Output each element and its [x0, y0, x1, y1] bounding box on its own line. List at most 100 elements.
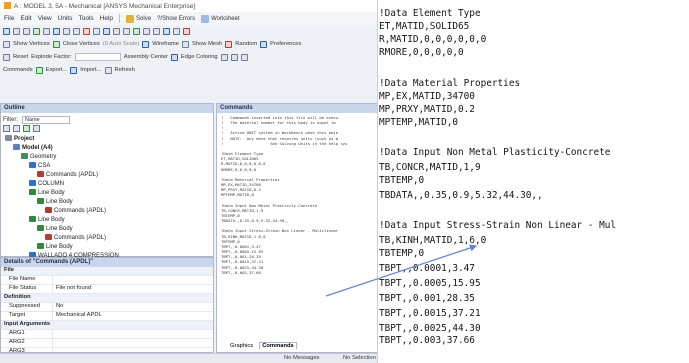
tree-item[interactable]: Commands (APDL)	[1, 234, 213, 243]
pan-icon[interactable]	[13, 27, 20, 35]
edge-coloring-dropdown[interactable]: Edge Coloring	[181, 54, 218, 60]
body-select-icon[interactable]	[93, 27, 100, 35]
details-group-header[interactable]: Definition	[1, 294, 213, 303]
tree-node-icon	[5, 135, 12, 141]
collapse-icon[interactable]	[13, 125, 20, 132]
menu-file[interactable]: File	[4, 15, 14, 22]
tree-node-icon	[29, 189, 36, 195]
edge-style-icon[interactable]	[220, 53, 228, 61]
tree-filter-icon[interactable]	[23, 125, 30, 132]
ruler-icon[interactable]	[163, 27, 170, 35]
isometric-view-icon[interactable]	[103, 27, 110, 35]
tree-node-icon	[45, 207, 52, 213]
close-vertices-button[interactable]: Close Vertices	[63, 41, 100, 47]
legend-icon[interactable]	[173, 27, 180, 35]
edge-style-3-icon[interactable]	[240, 53, 248, 61]
worksheet-icon	[201, 14, 210, 23]
details-row[interactable]: Suppressed No	[1, 303, 213, 312]
show-vertices-icon	[3, 40, 10, 48]
details-row[interactable]: ARG2	[1, 339, 213, 348]
rotate-icon[interactable]	[23, 27, 30, 35]
edge-select-icon[interactable]	[73, 27, 80, 35]
tree-node-icon	[29, 216, 36, 222]
menu-tools[interactable]: Tools	[78, 15, 93, 22]
preferences-button[interactable]: Preferences	[270, 41, 301, 47]
commands-label: Commands	[3, 67, 33, 73]
box-zoom-icon[interactable]	[43, 27, 50, 35]
outline-panel: Outline Filter: Name Project Model (A4) Ge…	[0, 103, 214, 268]
solve-icon	[126, 14, 135, 23]
select-mode-icon[interactable]	[3, 27, 10, 35]
menu-units[interactable]: Units	[58, 15, 73, 22]
tree-item[interactable]: Line Body	[1, 216, 213, 225]
zoom-to-fit-icon[interactable]	[133, 27, 140, 35]
export-icon	[35, 66, 43, 74]
show-mesh-button[interactable]: Show Mesh	[192, 41, 222, 47]
details-row[interactable]: File Name	[1, 276, 213, 285]
wireframe-button[interactable]: Wireframe	[152, 41, 179, 47]
tree-item[interactable]: Commands (APDL)	[1, 207, 213, 216]
tab-graphics[interactable]: Graphics	[228, 343, 255, 349]
expand-icon[interactable]	[3, 125, 10, 132]
face-select-icon[interactable]	[63, 27, 70, 35]
zoom-icon[interactable]	[33, 27, 40, 35]
tree-item[interactable]: CSA	[1, 162, 213, 171]
details-row[interactable]: File Status File not found	[1, 285, 213, 294]
tree-item[interactable]: Line Body	[1, 225, 213, 234]
tree-item[interactable]: Line Body	[1, 189, 213, 198]
wireframe-icon	[142, 40, 150, 48]
triad-icon[interactable]	[183, 27, 190, 35]
tree-item[interactable]: Project	[1, 135, 213, 144]
fit-icon[interactable]	[53, 27, 60, 35]
tree-item-label: Project	[14, 136, 35, 142]
tree-item[interactable]: COLUMN	[1, 180, 213, 189]
vertex-select-icon[interactable]	[83, 27, 90, 35]
window-title: A : MODEL 3, 5A - Mechanical [ANSYS Mech…	[14, 3, 196, 10]
tree-search-icon[interactable]	[33, 125, 40, 132]
show-vertices-button[interactable]: Show Vertices	[13, 41, 50, 47]
show-mesh-icon	[181, 40, 189, 48]
tree-item-label: Line Body	[38, 190, 65, 196]
tree-item[interactable]: Commands (APDL)	[1, 171, 213, 180]
commands-text-editor[interactable]: ! Commands inserted into this file will …	[221, 115, 371, 275]
menu-edit[interactable]: Edit	[20, 15, 31, 22]
code-line: TBPT,,0.0005,15.95	[379, 278, 481, 289]
code-line: TBPT,,0.003,37.66	[379, 335, 475, 346]
edge-style-2-icon[interactable]	[230, 53, 238, 61]
label-icon[interactable]	[153, 27, 160, 35]
details-group-header[interactable]: Input Arguments	[1, 321, 213, 330]
next-view-icon[interactable]	[123, 27, 130, 35]
tree-item[interactable]: Line Body	[1, 243, 213, 252]
magnifier-icon[interactable]	[143, 27, 150, 35]
menu-help[interactable]: Help	[100, 15, 113, 22]
random-colors-button[interactable]: Random	[235, 41, 257, 47]
export-button[interactable]: Export...	[46, 67, 68, 73]
details-key: ARG2	[1, 339, 53, 347]
details-row[interactable]: Target Mechanical APDL	[1, 312, 213, 321]
tree-item[interactable]: Geometry	[1, 153, 213, 162]
tab-commands[interactable]: Commands	[259, 342, 297, 349]
details-group-header[interactable]: File	[1, 267, 213, 276]
tree-node-icon	[13, 144, 20, 150]
code-line: R,MATID,0,0,0,0,0,0	[379, 34, 487, 45]
details-value	[53, 276, 56, 284]
outline-filter: Filter: Name	[3, 115, 211, 124]
menu-view[interactable]: View	[38, 15, 52, 22]
assembly-center-dropdown[interactable]: Assembly Center	[124, 54, 168, 60]
refresh-button[interactable]: Refresh	[115, 67, 135, 73]
filter-dropdown[interactable]: Name	[22, 115, 70, 124]
worksheet-button[interactable]: Worksheet	[201, 14, 240, 23]
details-row[interactable]: ARG1	[1, 330, 213, 339]
explode-factor-slider[interactable]	[74, 53, 121, 61]
status-messages[interactable]: No Messages	[284, 355, 319, 361]
code-line: MPTEMP,MATID,0	[379, 117, 459, 128]
reset-button[interactable]: Reset	[13, 54, 28, 60]
tree-item[interactable]: Model (A4)	[1, 144, 213, 153]
previous-view-icon[interactable]	[113, 27, 120, 35]
solve-button[interactable]: Solve	[126, 14, 151, 23]
import-button[interactable]: Import...	[80, 67, 101, 73]
show-errors-button[interactable]: ?/Show Errors	[157, 16, 195, 22]
auto-scale-option[interactable]: (0 Auto Scale)	[103, 41, 139, 47]
tree-item[interactable]: Line Body	[1, 198, 213, 207]
ansys-app-icon	[4, 2, 11, 9]
